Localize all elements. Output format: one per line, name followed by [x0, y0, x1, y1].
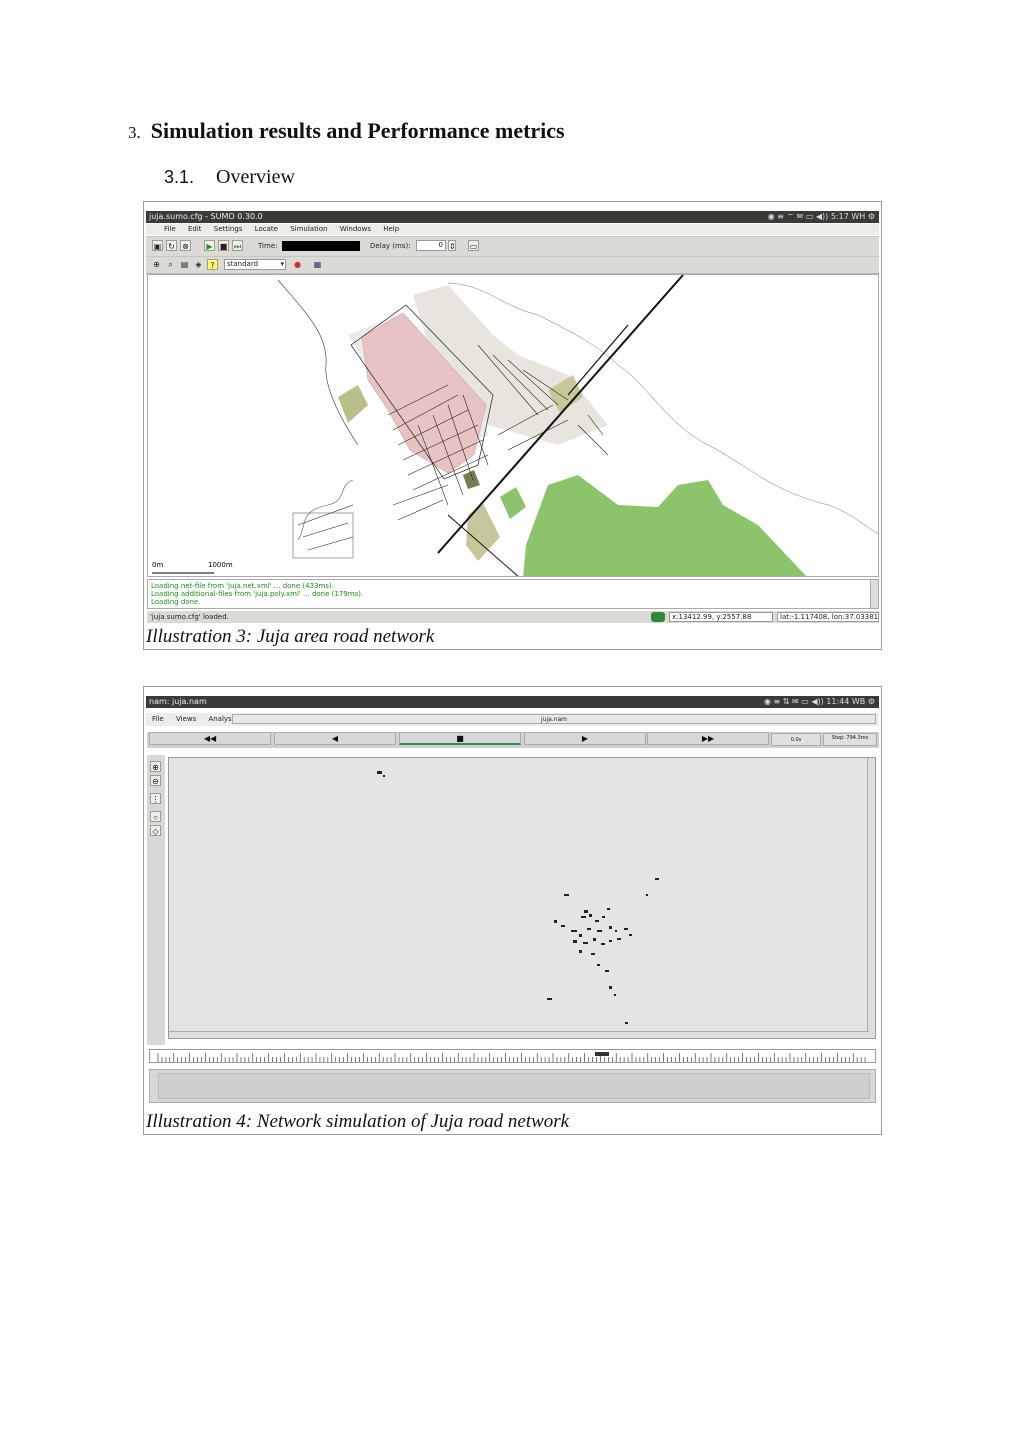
estate-block — [292, 512, 354, 559]
delay-spinner[interactable]: ⇕ — [448, 240, 456, 251]
tooltip-icon[interactable]: ? — [207, 259, 218, 270]
sumo-menubar: File Edit Settings Locate Simulation Win… — [146, 224, 879, 235]
nam-control-bar: ◀◀ ◀ ■ ▶ ▶▶ 0.0s Step: 794.3ms — [147, 732, 879, 748]
delay-input[interactable]: 0 — [416, 240, 446, 251]
sumo-toolbar: ▣ ↻ ⊗ ▶ ■ ⏭ Time: Delay (ms): 0 ⇕ ▭ — [146, 236, 879, 257]
section-heading: 3. Simulation results and Performance met… — [128, 118, 565, 144]
menu-help[interactable]: Help — [383, 225, 399, 233]
close-config-icon[interactable]: ⊗ — [180, 240, 191, 251]
nam-menubar: File Views Analysis juja.nam — [146, 713, 879, 726]
settings-icon[interactable]: ▦ — [312, 259, 323, 270]
sumo-map-canvas[interactable]: 0m 1000m — [147, 274, 879, 577]
annotation-area[interactable] — [158, 1073, 870, 1099]
network-nodes — [377, 771, 659, 1024]
menu-settings[interactable]: Settings — [214, 225, 243, 233]
nam-annotation-panel — [149, 1069, 876, 1103]
field-dark — [463, 470, 480, 489]
sumo-window-title: juja.sumo.cfg - SUMO 0.30.0 — [149, 212, 263, 221]
edit-icon[interactable]: ○ — [150, 811, 161, 822]
timeline-ticks — [157, 1052, 866, 1062]
locate-icon[interactable]: ▤ — [179, 259, 190, 270]
screenshot-icon[interactable]: ◈ — [193, 259, 204, 270]
menu-file[interactable]: File — [152, 715, 164, 723]
figure-nam: nam: juja.nam ◉ ≡ ⇅ ✉ ▭ ◀)) 11:44 WB ⚙ F… — [143, 686, 882, 1135]
road-southwest — [297, 479, 354, 541]
figure-sumo: juja.sumo.cfg - SUMO 0.30.0 ◉ ≡ ⌔ ✉ ▭ ◀)… — [143, 201, 882, 650]
menu-windows[interactable]: Windows — [340, 225, 371, 233]
zoom-in-icon[interactable]: ⊕ — [150, 761, 161, 772]
run-icon[interactable]: ▶ — [204, 240, 215, 251]
nam-tool-column: ⊕ ⊖ ⋮ ○ ◇ — [147, 755, 165, 1045]
stop-button[interactable]: ■ — [399, 732, 521, 745]
subsection-number: 3.1. — [164, 167, 195, 187]
subsection-heading: 3.1. Overview — [164, 166, 295, 189]
section-title: Simulation results and Performance metri… — [150, 118, 565, 143]
sumo-system-tray: ◉ ≡ ⌔ ✉ ▭ ◀)) 5:17 WH ⚙ — [767, 212, 875, 221]
step-icon[interactable]: ⏭ — [232, 240, 243, 251]
layout-icon[interactable]: ⋮ — [150, 793, 161, 804]
recenter-icon[interactable]: ⊕ — [151, 259, 162, 270]
nam-titlebar: nam: juja.nam ◉ ≡ ⇅ ✉ ▭ ◀)) 11:44 WB ⚙ — [146, 696, 879, 708]
subsection-title: Overview — [216, 166, 295, 188]
open-icon[interactable]: ▣ — [152, 240, 163, 251]
status-text: 'juja.sumo.cfg' loaded. — [150, 613, 229, 621]
menu-edit[interactable]: Edit — [188, 225, 202, 233]
scheme-select[interactable]: standard ▾ — [224, 259, 286, 270]
reload-icon[interactable]: ↻ — [166, 240, 177, 251]
nam-horizontal-scrollbar[interactable] — [169, 1031, 869, 1038]
log-line: Loading net-file from 'juja.net.xml' ...… — [151, 582, 334, 590]
scale-start-label: 0m — [152, 561, 163, 569]
nam-file-field: juja.nam — [232, 714, 876, 724]
coords-latlon: lat:-1.117408, lon:37.033818 — [777, 612, 879, 622]
menu-locate[interactable]: Locate — [255, 225, 278, 233]
sumo-message-log: Loading net-file from 'juja.net.xml' ...… — [147, 579, 879, 609]
nam-canvas[interactable] — [168, 757, 876, 1039]
park-small — [500, 487, 526, 519]
road-northwest — [277, 279, 359, 446]
sumo-statusbar: 'juja.sumo.cfg' loaded. x:13412.99, y:25… — [147, 611, 879, 623]
play-forward-button[interactable]: ▶ — [524, 732, 646, 745]
log-line: Loading done. — [151, 598, 201, 606]
fast-forward-button[interactable]: ▶▶ — [647, 732, 769, 745]
menu-file[interactable]: File — [164, 225, 176, 233]
step-slider[interactable]: Step: 794.3ms — [823, 733, 877, 746]
rewind-button[interactable]: ◀◀ — [149, 732, 271, 745]
sumo-titlebar: juja.sumo.cfg - SUMO 0.30.0 ◉ ≡ ⌔ ✉ ▭ ◀)… — [146, 211, 879, 223]
record-icon[interactable]: ◇ — [150, 825, 161, 836]
road-network-map: 0m 1000m — [152, 275, 878, 576]
section-number: 3. — [128, 123, 141, 142]
field-south — [466, 503, 500, 561]
zoom-out-icon[interactable]: ⊖ — [150, 775, 161, 786]
timeline-cursor[interactable] — [595, 1052, 609, 1056]
sumo-view-toolbar: ⊕ ⌕ ▤ ◈ ? standard ▾ ● ▦ — [146, 256, 879, 274]
stop-icon[interactable]: ■ — [218, 240, 229, 251]
time-readout: 0.0s — [771, 733, 821, 746]
new-view-icon[interactable]: ▭ — [468, 240, 479, 251]
nam-vertical-scrollbar[interactable] — [867, 758, 875, 1038]
nam-window-title: nam: juja.nam — [149, 697, 207, 706]
figure-caption-4: Illustration 4: Network simulation of Ju… — [146, 1111, 570, 1132]
delay-label: Delay (ms): — [370, 242, 411, 250]
log-line: Loading additional-files from 'juja.poly… — [151, 590, 364, 598]
time-label: Time: — [258, 242, 278, 250]
chevron-down-icon: ▾ — [280, 260, 284, 268]
figure-caption-3: Illustration 3: Juja area road network — [146, 626, 435, 647]
color-wheel-icon[interactable]: ● — [292, 259, 303, 270]
time-display — [282, 241, 360, 251]
nam-timeline[interactable] — [149, 1049, 876, 1063]
coords-xy: x:13412.99, y:2557.88 — [669, 612, 773, 622]
park-large — [523, 475, 807, 576]
log-scrollbar[interactable] — [870, 580, 878, 608]
status-indicator-icon — [651, 612, 665, 622]
menu-simulation[interactable]: Simulation — [290, 225, 327, 233]
menu-views[interactable]: Views — [176, 715, 196, 723]
field-west — [338, 385, 368, 423]
scale-end-label: 1000m — [208, 561, 233, 569]
zoom-icon[interactable]: ⌕ — [165, 259, 176, 270]
nam-system-tray: ◉ ≡ ⇅ ✉ ▭ ◀)) 11:44 WB ⚙ — [763, 697, 875, 706]
play-backward-button[interactable]: ◀ — [274, 732, 396, 745]
